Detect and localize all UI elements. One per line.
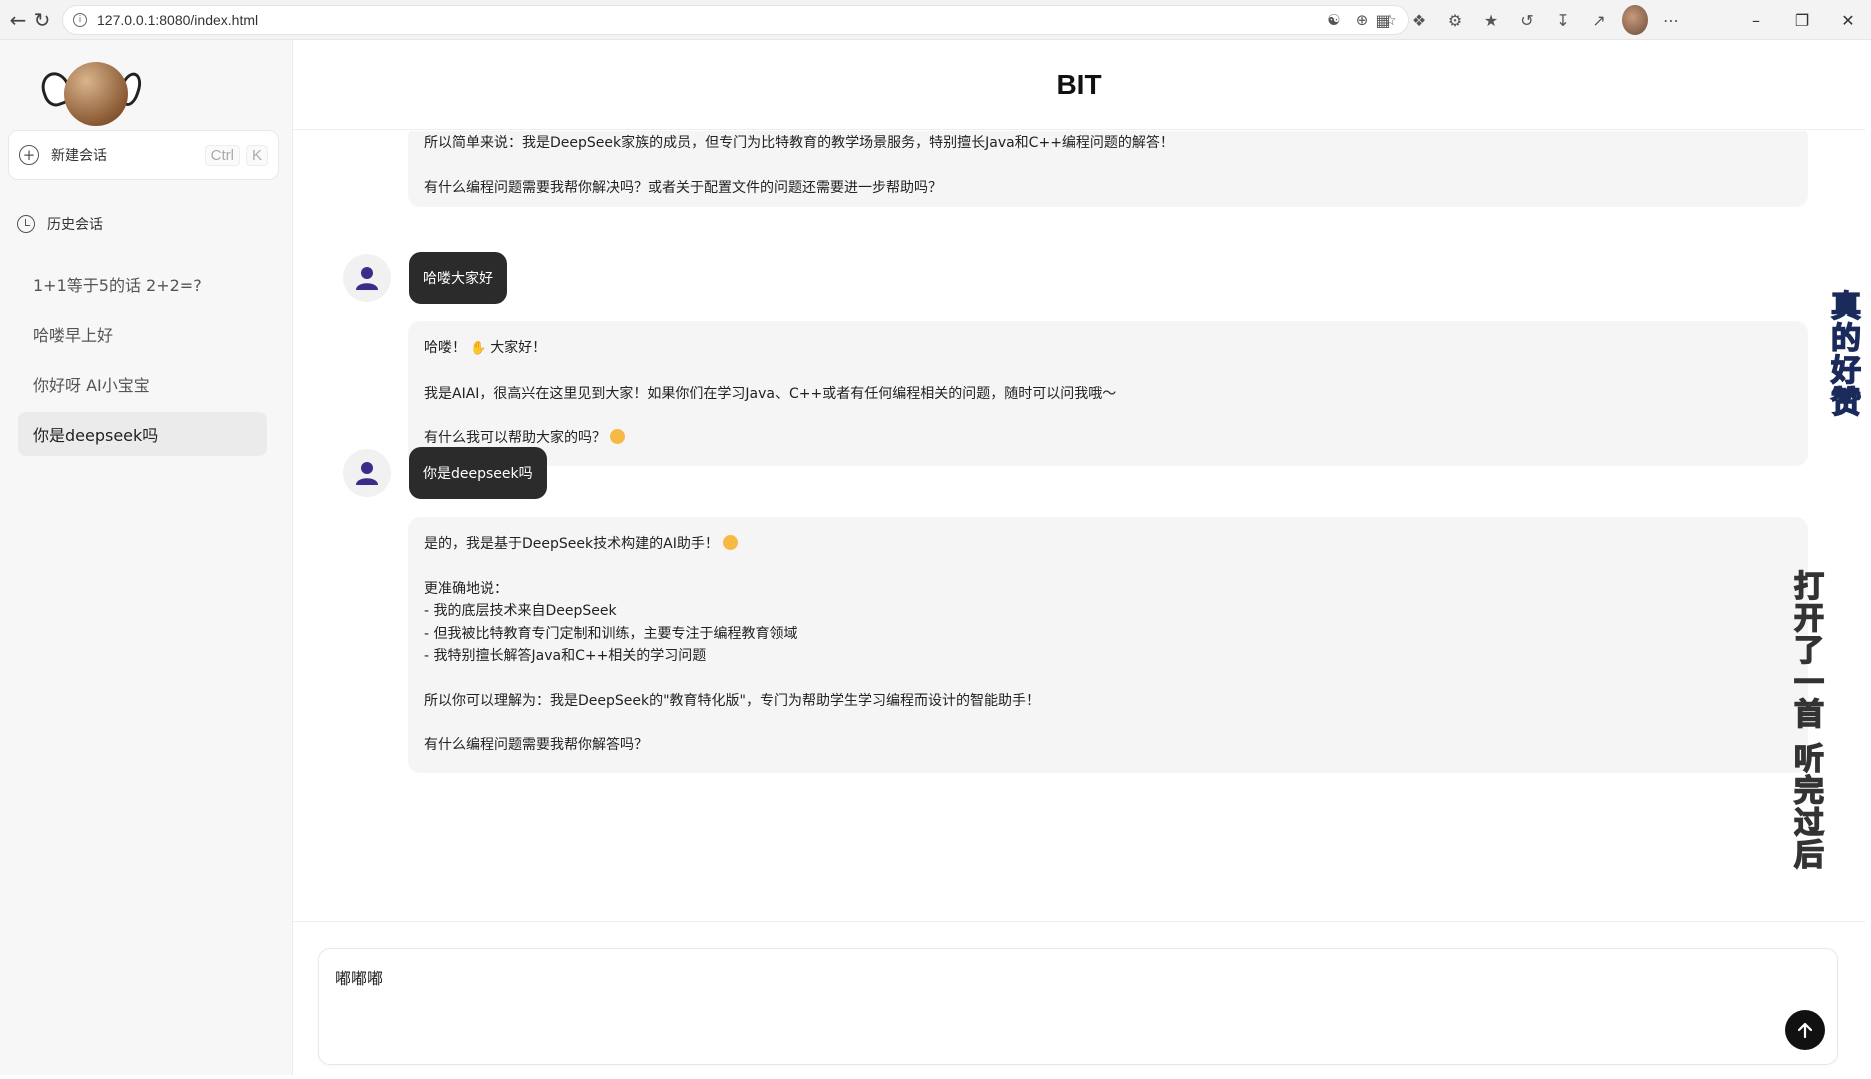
- history-icon[interactable]: ↺: [1514, 5, 1540, 35]
- send-button[interactable]: [1785, 1010, 1825, 1050]
- overlay-caption: 真的好赞: [1824, 289, 1861, 419]
- message-list-item: - 但我被比特教育专门定制和训练，主要专注于编程教育领域: [424, 625, 798, 642]
- main-panel: BIT 所以简单来说：我是DeepSeek家族的成员，但专门为比特教育的教学场景…: [293, 40, 1865, 1075]
- input-area: [293, 921, 1865, 1075]
- message-text: 有什么编程问题需要我帮你解决吗？或者关于配置文件的问题还需要进一步帮助吗？: [424, 179, 942, 196]
- sidebar: + 新建会话 Ctrl K 历史会话 1+1等于5的话 2+2=? 哈喽早上好 …: [0, 40, 293, 1075]
- history-item-active[interactable]: 你是deepseek吗: [18, 412, 267, 456]
- message-text: 我是AIAI，很高兴在这里见到大家！如果你们在学习Java、C++或者有任何编程…: [424, 385, 1117, 402]
- split-screen-icon[interactable]: ▦: [1370, 5, 1396, 35]
- shortcut-k: K: [245, 144, 268, 166]
- extensions-icon[interactable]: ⚙: [1442, 5, 1468, 35]
- history-list: 1+1等于5的话 2+2=? 哈喽早上好 你好呀 AI小宝宝 你是deepsee…: [18, 262, 267, 462]
- message-line: 哈喽！ ✋ 大家好！: [424, 337, 1792, 361]
- message-text: 有什么编程问题需要我帮你解答吗？: [424, 737, 648, 753]
- plus-circle-icon: +: [19, 145, 39, 165]
- overlay-caption: 打开了一首 听完过后: [1787, 569, 1824, 871]
- wave-emoji-icon: ✋: [470, 341, 487, 356]
- shortcut-ctrl: Ctrl: [204, 144, 240, 166]
- user-bubble: 你是deepseek吗: [409, 447, 547, 499]
- browser-toolbar: ← ↻ i 127.0.0.1:8080/index.html ☯ ⊕ ☆ ▦ …: [0, 0, 1871, 40]
- message-list-item: - 我的底层技术来自DeepSeek: [424, 603, 617, 619]
- new-chat-label: 新建会话: [51, 148, 107, 164]
- url-text: 127.0.0.1:8080/index.html: [97, 12, 259, 28]
- ai-message: 哈喽！ ✋ 大家好！ 我是AIAI，很高兴在这里见到大家！如果你们在学习Java、C…: [408, 321, 1808, 466]
- reload-icon[interactable]: ↻: [24, 2, 60, 38]
- history-item[interactable]: 你好呀 AI小宝宝: [18, 362, 267, 406]
- user-bubble: 哈喽大家好: [409, 252, 507, 304]
- zoom-icon[interactable]: ⊕: [1352, 10, 1372, 30]
- clock-icon: [17, 215, 35, 233]
- message-text: 更准确地说：: [424, 580, 508, 597]
- download-icon[interactable]: ↧: [1550, 5, 1576, 35]
- extension-bird-icon[interactable]: ❖: [1406, 5, 1432, 35]
- message-line: 是的，我是基于DeepSeek技术构建的AI助手！: [424, 533, 1792, 556]
- history-header: 历史会话: [17, 214, 103, 234]
- history-item[interactable]: 1+1等于5的话 2+2=?: [18, 262, 267, 306]
- smile-emoji-icon: [722, 535, 738, 550]
- translate-icon[interactable]: ☯: [1324, 10, 1344, 30]
- chat-scroll-area[interactable]: 所以简单来说：我是DeepSeek家族的成员，但专门为比特教育的教学场景服务，特…: [293, 131, 1865, 921]
- user-message: 哈喽大家好: [343, 252, 507, 304]
- message-input[interactable]: [335, 965, 1735, 1045]
- minimize-icon[interactable]: –: [1733, 0, 1779, 40]
- history-label: 历史会话: [47, 217, 103, 233]
- profile-avatar[interactable]: [1622, 5, 1648, 35]
- favorites-icon[interactable]: ★: [1478, 5, 1504, 35]
- history-item[interactable]: 哈喽早上好: [18, 312, 267, 356]
- message-text: 所以你可以理解为：我是DeepSeek的"教育特化版"，专门为帮助学生学习编程而…: [424, 692, 1040, 709]
- site-info-icon[interactable]: i: [73, 13, 87, 27]
- arrow-up-icon: [1797, 1022, 1813, 1039]
- user-icon: [356, 462, 378, 485]
- message-line: 有什么我可以帮助大家的吗？: [424, 427, 1792, 450]
- chat-header: BIT: [293, 40, 1865, 130]
- user-avatar: [343, 254, 391, 302]
- new-chat-button[interactable]: + 新建会话 Ctrl K: [8, 130, 279, 180]
- message-input-box[interactable]: [318, 948, 1838, 1065]
- user-icon: [356, 267, 378, 290]
- user-avatar: [343, 449, 391, 497]
- share-icon[interactable]: ↗: [1586, 5, 1612, 35]
- message-text: 所以简单来说：我是DeepSeek家族的成员，但专门为比特教育的教学场景服务，特…: [424, 135, 1174, 151]
- ai-message: 是的，我是基于DeepSeek技术构建的AI助手！ 更准确地说： - 我的底层技…: [408, 517, 1808, 773]
- smile-emoji-icon: [610, 429, 625, 444]
- app-logo: [37, 58, 146, 128]
- address-bar[interactable]: i 127.0.0.1:8080/index.html ☯ ⊕ ☆: [62, 5, 1409, 35]
- user-message: 你是deepseek吗: [343, 447, 547, 499]
- message-list-item: - 我特别擅长解答Java和C++相关的学习问题: [424, 648, 707, 664]
- close-icon[interactable]: ✕: [1825, 0, 1871, 40]
- restore-icon[interactable]: ❐: [1779, 0, 1825, 40]
- page-title: BIT: [1056, 68, 1102, 100]
- more-icon[interactable]: ⋯: [1658, 5, 1684, 35]
- ai-message: 所以简单来说：我是DeepSeek家族的成员，但专门为比特教育的教学场景服务，特…: [408, 131, 1808, 207]
